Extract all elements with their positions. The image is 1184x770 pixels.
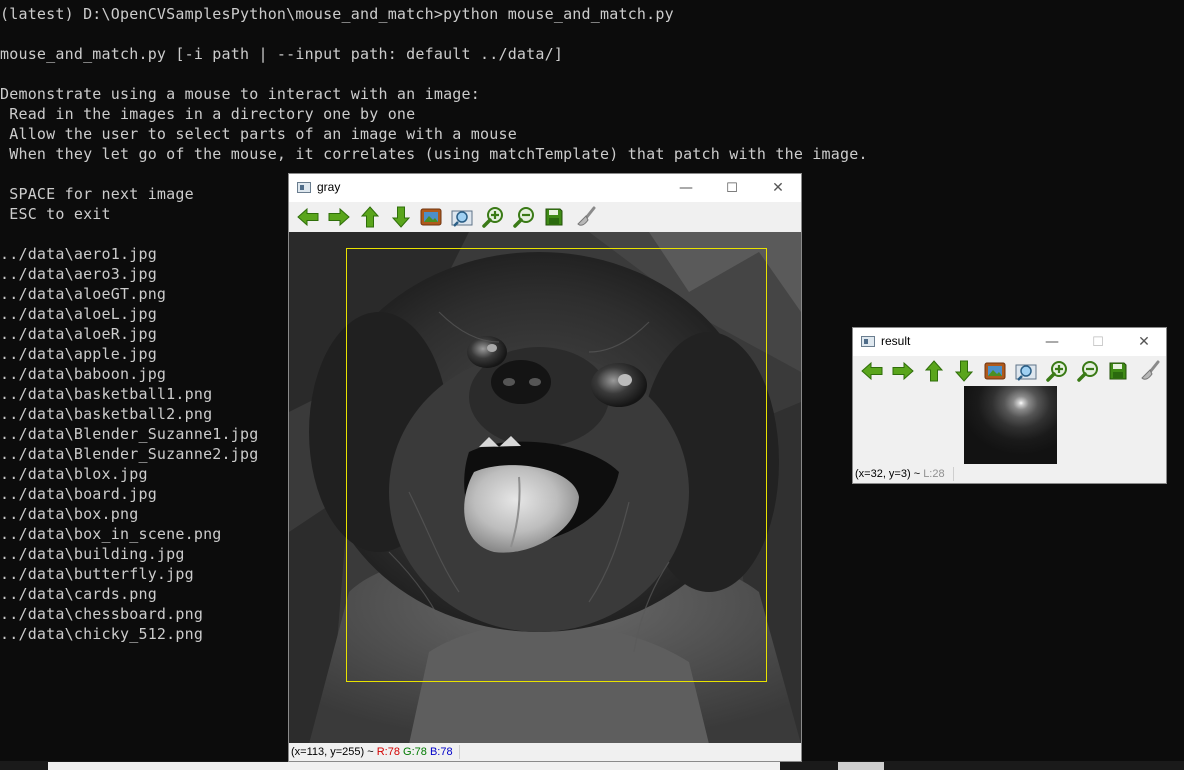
arrow-left-icon xyxy=(861,361,883,381)
arrow-up-icon xyxy=(360,206,380,228)
zoom-in-button[interactable] xyxy=(481,206,505,228)
pan-down-button[interactable] xyxy=(389,206,413,228)
gray-titlebar[interactable]: gray — ☐ ✕ xyxy=(289,174,801,202)
green-value: G:78 xyxy=(403,746,427,758)
save-image-button[interactable] xyxy=(1106,360,1130,382)
zoom-in-icon xyxy=(482,206,504,228)
red-value: R:78 xyxy=(376,746,400,758)
save-icon xyxy=(1108,361,1128,381)
zoom-original-icon xyxy=(451,207,473,227)
result-image[interactable] xyxy=(964,386,1057,464)
zoom-in-button[interactable] xyxy=(1045,360,1069,382)
zoom-out-button[interactable] xyxy=(1076,360,1100,382)
pan-left-button[interactable] xyxy=(860,360,884,382)
close-button[interactable]: ✕ xyxy=(755,174,801,202)
zoom-to-fit-button[interactable] xyxy=(419,206,443,228)
gray-window-title: gray xyxy=(317,180,341,194)
taskbar-strip xyxy=(0,761,1184,770)
zoom-out-icon xyxy=(1077,360,1099,382)
console-line: mouse_and_match.py [-i path | --input pa… xyxy=(0,45,564,63)
maximize-button[interactable]: ☐ xyxy=(1075,328,1121,356)
luminance-value: L:28 xyxy=(923,468,945,480)
arrow-right-icon xyxy=(328,207,350,227)
gray-statusbar: (x=113, y=255) ~ R:78 G:78 B:78 xyxy=(289,743,801,761)
save-icon xyxy=(544,207,564,227)
brush-icon xyxy=(1138,360,1160,382)
save-image-button[interactable] xyxy=(542,206,566,228)
pan-up-button[interactable] xyxy=(922,360,946,382)
zoom-original-button[interactable] xyxy=(1014,360,1038,382)
gray-toolbar xyxy=(289,202,801,232)
gray-window[interactable]: gray — ☐ ✕ (x=113, y=255) ~ R:78 G:78 B:… xyxy=(288,173,802,762)
status-separator xyxy=(953,467,954,481)
cursor-coords: (x=32, y=3) ~ xyxy=(855,468,921,480)
arrow-down-icon xyxy=(954,360,974,382)
arrow-right-icon xyxy=(892,361,914,381)
result-toolbar xyxy=(853,356,1166,386)
image-icon xyxy=(984,361,1006,381)
result-titlebar[interactable]: result — ☐ ✕ xyxy=(853,328,1166,356)
zoom-original-icon xyxy=(1015,361,1037,381)
zoom-out-button[interactable] xyxy=(512,206,536,228)
console-line: Read in the images in a directory one by… xyxy=(0,105,416,123)
result-statusbar: (x=32, y=3) ~ L:28 xyxy=(853,465,1166,483)
pan-right-button[interactable] xyxy=(327,206,351,228)
result-window[interactable]: result — ☐ ✕ (x=32, y=3) ~ L:28 xyxy=(852,327,1167,484)
arrow-left-icon xyxy=(297,207,319,227)
zoom-original-button[interactable] xyxy=(450,206,474,228)
zoom-in-icon xyxy=(1046,360,1068,382)
properties-button[interactable] xyxy=(573,206,597,228)
pan-right-button[interactable] xyxy=(891,360,915,382)
console-line: Demonstrate using a mouse to interact wi… xyxy=(0,85,480,103)
arrow-up-icon xyxy=(924,360,944,382)
console-line: (latest) D:\OpenCVSamplesPython\mouse_an… xyxy=(0,5,674,23)
arrow-down-icon xyxy=(391,206,411,228)
properties-button[interactable] xyxy=(1137,360,1161,382)
cursor-coords: (x=113, y=255) ~ xyxy=(291,746,374,758)
dog-photo xyxy=(289,232,801,744)
pan-left-button[interactable] xyxy=(296,206,320,228)
console-line: When they let go of the mouse, it correl… xyxy=(0,145,868,163)
zoom-out-icon xyxy=(513,206,535,228)
window-app-icon xyxy=(861,336,875,347)
console-line: Allow the user to select parts of an ima… xyxy=(0,125,517,143)
zoom-to-fit-button[interactable] xyxy=(983,360,1007,382)
pan-up-button[interactable] xyxy=(358,206,382,228)
maximize-button[interactable]: ☐ xyxy=(709,174,755,202)
result-window-title: result xyxy=(881,334,911,348)
minimize-button[interactable]: — xyxy=(663,174,709,202)
gray-image[interactable] xyxy=(289,232,801,744)
window-app-icon xyxy=(297,182,311,193)
close-button[interactable]: ✕ xyxy=(1121,328,1167,356)
status-separator xyxy=(459,745,460,759)
blue-value: B:78 xyxy=(429,746,453,758)
pan-down-button[interactable] xyxy=(952,360,976,382)
image-icon xyxy=(420,207,442,227)
minimize-button[interactable]: — xyxy=(1029,328,1075,356)
brush-icon xyxy=(574,206,596,228)
